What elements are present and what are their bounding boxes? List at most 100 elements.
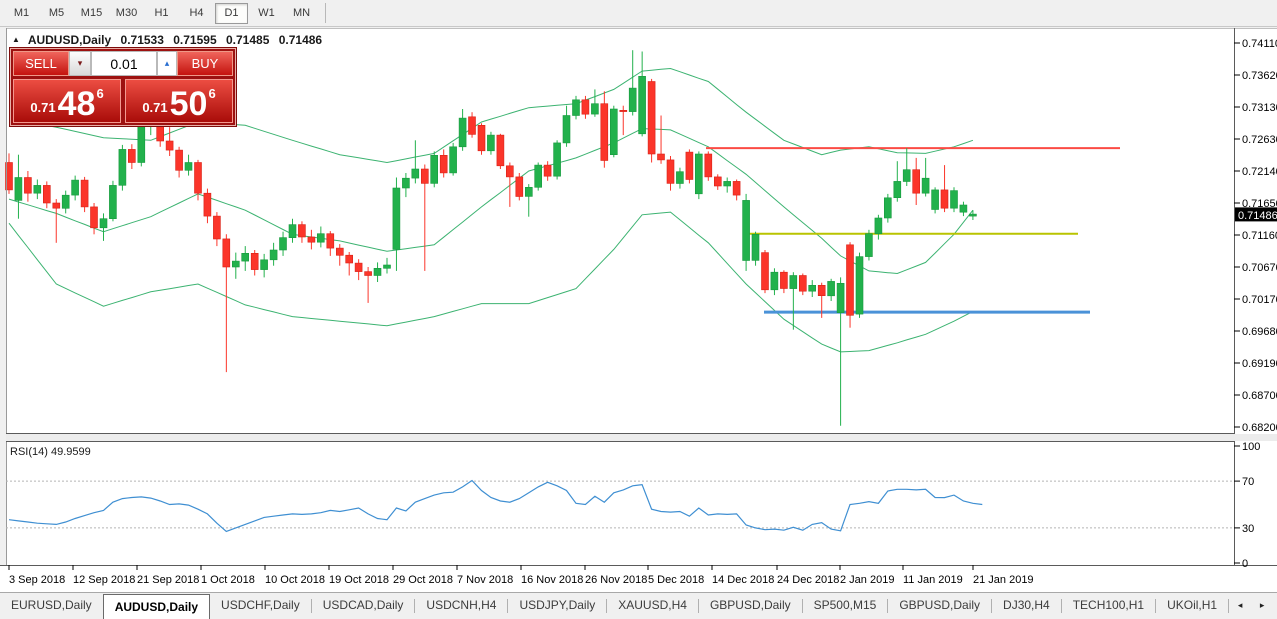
date-tick-label: 14 Dec 2018 [712, 574, 774, 586]
candle-body [316, 233, 325, 243]
candle-body [798, 275, 807, 292]
candle-body [865, 233, 873, 257]
candle-body [685, 151, 694, 180]
tab-usdchf-daily[interactable]: USDCHF,Daily [210, 593, 311, 619]
candle-body [118, 149, 127, 186]
candle-body [335, 247, 344, 256]
mt4-window: M1M5M15M30H1H4D1W1MN 0.74110 0.73620 0.731… [0, 0, 1277, 619]
candle-body [808, 284, 817, 292]
buy-button[interactable]: BUY [177, 51, 233, 76]
buy-price-display[interactable]: 0.71 50 6 [125, 79, 233, 123]
candle-body [24, 177, 32, 194]
tab-usdcnh-h4[interactable]: USDCNH,H4 [415, 593, 507, 619]
timeframe-button-m15[interactable]: M15 [75, 3, 108, 24]
candle-body [250, 253, 259, 270]
candle-body [846, 244, 854, 316]
timeframe-button-mn[interactable]: MN [285, 3, 318, 24]
candle-body [411, 168, 420, 179]
candle-body [600, 103, 609, 161]
panel-splitter[interactable] [6, 434, 1277, 441]
timeframe-button-h4[interactable]: H4 [180, 3, 213, 24]
date-tick-label: 1 Oct 2018 [201, 574, 255, 586]
candle-body [628, 87, 637, 112]
price-tick-label: 0.72140 [1242, 166, 1277, 178]
candle-body [789, 275, 798, 289]
candle-body [232, 260, 240, 268]
tab-gbpusd-daily[interactable]: GBPUSD,Daily [699, 593, 802, 619]
candle-body [666, 159, 675, 184]
timeframe-button-h1[interactable]: H1 [145, 3, 178, 24]
candle-body [676, 171, 684, 184]
tab-audusd-daily[interactable]: AUDUSD,Daily [102, 594, 211, 619]
volume-increase-button[interactable]: ▴ [157, 51, 177, 76]
candle-body [213, 215, 221, 240]
candle-body [241, 253, 249, 262]
candle-body [761, 252, 769, 291]
volume-input[interactable] [91, 51, 157, 76]
timeframe-button-m5[interactable]: M5 [40, 3, 73, 24]
candle-body [657, 153, 665, 161]
tab-scroll-left-button[interactable]: ◂ [1229, 593, 1251, 619]
date-tick-label: 21 Sep 2018 [137, 574, 199, 586]
date-tick-label: 24 Dec 2018 [777, 574, 839, 586]
price-tick-label: 0.72630 [1242, 134, 1277, 146]
candle-body [581, 99, 590, 115]
candle-body [128, 149, 136, 163]
date-tick-label: 26 Nov 2018 [585, 574, 647, 586]
sell-button[interactable]: SELL [13, 51, 69, 76]
date-tick-label: 19 Oct 2018 [329, 574, 389, 586]
timeframe-button-m30[interactable]: M30 [110, 3, 143, 24]
candle-body [902, 169, 911, 182]
candle-body [609, 108, 618, 156]
candle-body [354, 262, 363, 272]
candle-body [42, 185, 51, 204]
candle-body [836, 282, 845, 313]
candle-body [80, 179, 89, 208]
price-tick-label: 0.68200 [1242, 422, 1277, 434]
price-tick-label: 0.74110 [1242, 38, 1277, 50]
candle-body [505, 165, 514, 178]
candle-body [770, 271, 779, 291]
sell-price-pip: 6 [96, 86, 104, 101]
buy-price-pip: 6 [208, 86, 216, 101]
candle-body [71, 179, 79, 196]
timeframe-button-m1[interactable]: M1 [5, 3, 38, 24]
date-tick-label: 29 Oct 2018 [393, 574, 453, 586]
tab-dj30-h4[interactable]: DJ30,H4 [992, 593, 1061, 619]
candle-body [742, 200, 750, 261]
tab-tech100-h1[interactable]: TECH100,H1 [1062, 593, 1155, 619]
candle-body [496, 134, 505, 167]
tab-sp500-m15[interactable]: SP500,M15 [803, 593, 888, 619]
tab-xauusd-h4[interactable]: XAUUSD,H4 [607, 593, 698, 619]
tab-usdjpy-daily[interactable]: USDJPY,Daily [508, 593, 606, 619]
candle-body [298, 224, 306, 238]
tab-ukoil-h1[interactable]: UKOil,H1 [1156, 593, 1228, 619]
rsi-indicator-label: RSI(14) 49.9599 [10, 446, 91, 458]
buy-price-big-digits: 50 [169, 85, 208, 123]
candle-body [137, 126, 146, 163]
collapse-panel-icon[interactable]: ▲ [12, 35, 20, 44]
sell-price-display[interactable]: 0.71 48 6 [13, 79, 121, 123]
candle-body [458, 117, 467, 148]
rsi-axis-label: 0 [1242, 558, 1248, 570]
candle-body [524, 187, 533, 197]
tab-eurusd-daily[interactable]: EURUSD,Daily [0, 593, 103, 619]
date-tick-label: 16 Nov 2018 [521, 574, 583, 586]
candle-body [439, 155, 448, 174]
candle-body [307, 236, 316, 243]
date-tick-label: 5 Dec 2018 [648, 574, 704, 586]
candle-body [723, 181, 732, 187]
candle-body [940, 189, 949, 209]
tab-scroll-right-button[interactable]: ▸ [1251, 593, 1273, 619]
tab-usdcad-daily[interactable]: USDCAD,Daily [312, 593, 415, 619]
volume-decrease-button[interactable]: ▾ [69, 51, 91, 76]
candle-body [638, 76, 646, 135]
candle-body [449, 146, 457, 174]
price-tick-label: 0.69680 [1242, 326, 1277, 338]
tab-gbpusd-daily[interactable]: GBPUSD,Daily [888, 593, 991, 619]
date-tick-label: 10 Oct 2018 [265, 574, 325, 586]
candle-body [647, 81, 656, 155]
rsi-axis-label: 30 [1242, 523, 1254, 535]
timeframe-button-w1[interactable]: W1 [250, 3, 283, 24]
timeframe-button-d1[interactable]: D1 [215, 2, 248, 24]
